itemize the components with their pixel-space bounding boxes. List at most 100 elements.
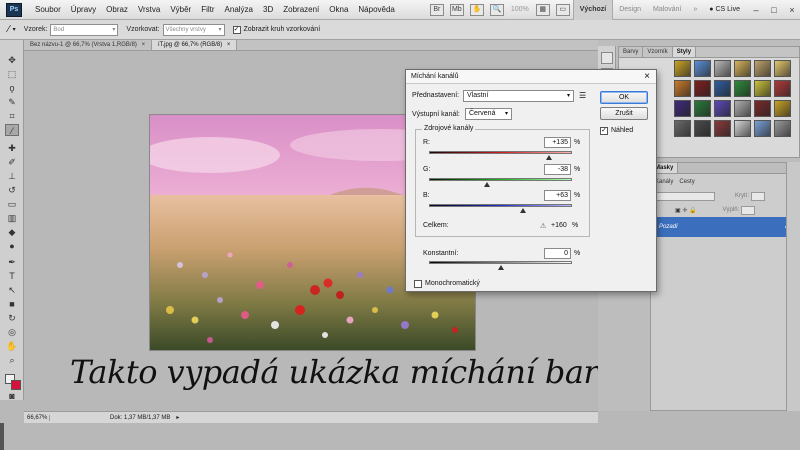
style-swatch[interactable] bbox=[734, 120, 751, 137]
close-app-button[interactable]: × bbox=[784, 2, 800, 18]
quick-mask-icon[interactable]: ◙ bbox=[5, 390, 19, 402]
style-swatch[interactable] bbox=[734, 100, 751, 117]
history-brush-tool-icon[interactable]: ↺ bbox=[5, 184, 19, 196]
menu-3d[interactable]: 3D bbox=[258, 5, 278, 14]
style-swatch[interactable] bbox=[754, 60, 771, 77]
fill-input[interactable] bbox=[741, 205, 756, 215]
doc-tab-it-jpg[interactable]: iT.jpg @ 66,7% (RGB/8) × bbox=[152, 40, 238, 50]
style-swatch[interactable] bbox=[694, 60, 711, 77]
preset-options-icon[interactable]: ☰ bbox=[579, 91, 586, 100]
path-select-tool-icon[interactable]: ↖ bbox=[5, 284, 19, 296]
pen-tool-icon[interactable]: ✒ bbox=[5, 256, 19, 268]
channel-b-slider-thumb[interactable] bbox=[520, 208, 527, 213]
menu-upravy[interactable]: Úpravy bbox=[66, 5, 101, 14]
style-swatch[interactable] bbox=[754, 80, 771, 97]
marquee-tool-icon[interactable]: ⬚ bbox=[5, 68, 19, 80]
menu-vyber[interactable]: Výběr bbox=[165, 5, 196, 14]
maximize-button[interactable]: □ bbox=[766, 2, 782, 18]
style-swatch[interactable] bbox=[734, 80, 751, 97]
shape-tool-icon[interactable]: ■ bbox=[5, 298, 19, 310]
preview-checkbox[interactable]: ✓ bbox=[600, 127, 608, 135]
style-swatch[interactable] bbox=[714, 60, 731, 77]
doc-tab-bez-nazvu[interactable]: Bez názvu-1 @ 66,7% (Vrstva 1,RGB/8) × bbox=[24, 40, 153, 50]
style-swatch[interactable] bbox=[714, 120, 731, 137]
history-panel-icon[interactable] bbox=[601, 52, 613, 64]
type-tool-icon[interactable]: T bbox=[5, 270, 19, 282]
minimize-button[interactable]: – bbox=[748, 2, 764, 18]
cs-live-button[interactable]: ● CS Live bbox=[703, 6, 746, 13]
3d-orbit-tool-icon[interactable]: ◎ bbox=[5, 326, 19, 338]
hand-icon[interactable]: ✋ bbox=[469, 3, 484, 16]
output-channel-select[interactable]: Červená ▾ bbox=[465, 108, 512, 120]
style-swatch[interactable] bbox=[774, 100, 791, 117]
zoom-icon[interactable]: 🔍 bbox=[489, 3, 504, 16]
workspace-malovani[interactable]: Malování bbox=[647, 0, 687, 20]
ok-button[interactable]: OK bbox=[600, 91, 648, 104]
channel-r-slider-thumb[interactable] bbox=[545, 155, 552, 160]
background-color-swatch[interactable] bbox=[11, 380, 21, 390]
channel-g-slider[interactable] bbox=[429, 178, 572, 181]
constant-slider[interactable] bbox=[429, 261, 572, 264]
eyedropper-tool-icon[interactable]: ⁄ bbox=[5, 124, 19, 136]
channel-b-input[interactable]: +63 bbox=[544, 190, 571, 201]
status-zoom[interactable]: 66,67% bbox=[24, 414, 50, 421]
quick-select-tool-icon[interactable]: ✎ bbox=[5, 96, 19, 108]
close-icon[interactable]: × bbox=[644, 70, 650, 84]
style-swatch[interactable] bbox=[714, 100, 731, 117]
constant-slider-thumb[interactable] bbox=[497, 265, 504, 270]
style-swatch[interactable] bbox=[714, 80, 731, 97]
lock-options-icon[interactable]: ▣ ✛ 🔒 bbox=[675, 207, 697, 214]
style-swatch[interactable] bbox=[774, 120, 791, 137]
hand-tool-icon[interactable]: ✋ bbox=[5, 340, 19, 352]
workspace-vychozi[interactable]: Výchozí bbox=[572, 0, 614, 20]
style-swatch[interactable] bbox=[754, 120, 771, 137]
eraser-tool-icon[interactable]: ▭ bbox=[5, 198, 19, 210]
panel-scrollbar[interactable] bbox=[786, 162, 800, 411]
arrange-icon[interactable]: ▦ bbox=[535, 3, 550, 16]
style-swatch[interactable] bbox=[674, 100, 691, 117]
channel-g-slider-thumb[interactable] bbox=[483, 182, 490, 187]
channel-r-input[interactable]: +135 bbox=[544, 137, 571, 148]
sampling-ring-checkbox[interactable]: ✓ bbox=[232, 25, 241, 34]
tool-preset-chevron-icon[interactable]: ▾ bbox=[13, 26, 16, 33]
menu-obraz[interactable]: Obraz bbox=[101, 5, 133, 14]
menu-soubor[interactable]: Soubor bbox=[30, 5, 66, 14]
3d-rotate-tool-icon[interactable]: ↻ bbox=[5, 312, 19, 324]
style-swatch[interactable] bbox=[674, 60, 691, 77]
preset-select[interactable]: Vlastní ▾ bbox=[463, 90, 574, 102]
screen-mode-icon[interactable]: ▭ bbox=[555, 3, 570, 16]
style-swatch[interactable] bbox=[774, 60, 791, 77]
tab-kanaly[interactable]: Kanály bbox=[655, 179, 673, 185]
crop-tool-icon[interactable]: ⌗ bbox=[5, 110, 19, 122]
channel-g-input[interactable]: -38 bbox=[544, 164, 571, 175]
mini-bridge-icon[interactable]: Mb bbox=[449, 3, 464, 16]
tab-vzornik[interactable]: Vzorník bbox=[643, 47, 673, 57]
brush-tool-icon[interactable]: ✐ bbox=[5, 156, 19, 168]
style-swatch[interactable] bbox=[674, 80, 691, 97]
spot-healing-tool-icon[interactable]: ✚ bbox=[5, 142, 19, 154]
menu-zobrazeni[interactable]: Zobrazení bbox=[278, 5, 324, 14]
dodge-tool-icon[interactable]: ● bbox=[5, 240, 19, 252]
style-swatch[interactable] bbox=[674, 120, 691, 137]
menu-filtr[interactable]: Filtr bbox=[196, 5, 219, 14]
close-icon[interactable]: × bbox=[142, 42, 146, 48]
blend-mode-select[interactable] bbox=[655, 191, 715, 201]
menu-okna[interactable]: Okna bbox=[324, 5, 353, 14]
style-swatch[interactable] bbox=[774, 80, 791, 97]
tab-barvy[interactable]: Barvy bbox=[619, 47, 644, 57]
move-tool-icon[interactable]: ✥ bbox=[5, 54, 19, 66]
layer-row-pozadi[interactable]: Pozadí ● bbox=[651, 217, 800, 237]
tab-styly[interactable]: Styly bbox=[672, 47, 697, 57]
zoom-tool-icon[interactable]: ⌕ bbox=[5, 354, 19, 366]
style-swatch[interactable] bbox=[694, 120, 711, 137]
blur-tool-icon[interactable]: ◆ bbox=[5, 226, 19, 238]
bridge-icon[interactable]: Br bbox=[429, 3, 444, 16]
menu-vrstva[interactable]: Vrstva bbox=[133, 5, 165, 14]
tab-cesty[interactable]: Cesty bbox=[679, 179, 694, 185]
menu-analyza[interactable]: Analýza bbox=[220, 5, 258, 14]
style-swatch[interactable] bbox=[734, 60, 751, 77]
sampling-select[interactable]: Všechny vrstvy ▾ bbox=[162, 23, 225, 36]
clone-stamp-tool-icon[interactable]: ⊥ bbox=[5, 170, 19, 182]
status-arrow-icon[interactable]: ▸ bbox=[176, 414, 179, 421]
channel-r-slider[interactable] bbox=[429, 151, 572, 154]
